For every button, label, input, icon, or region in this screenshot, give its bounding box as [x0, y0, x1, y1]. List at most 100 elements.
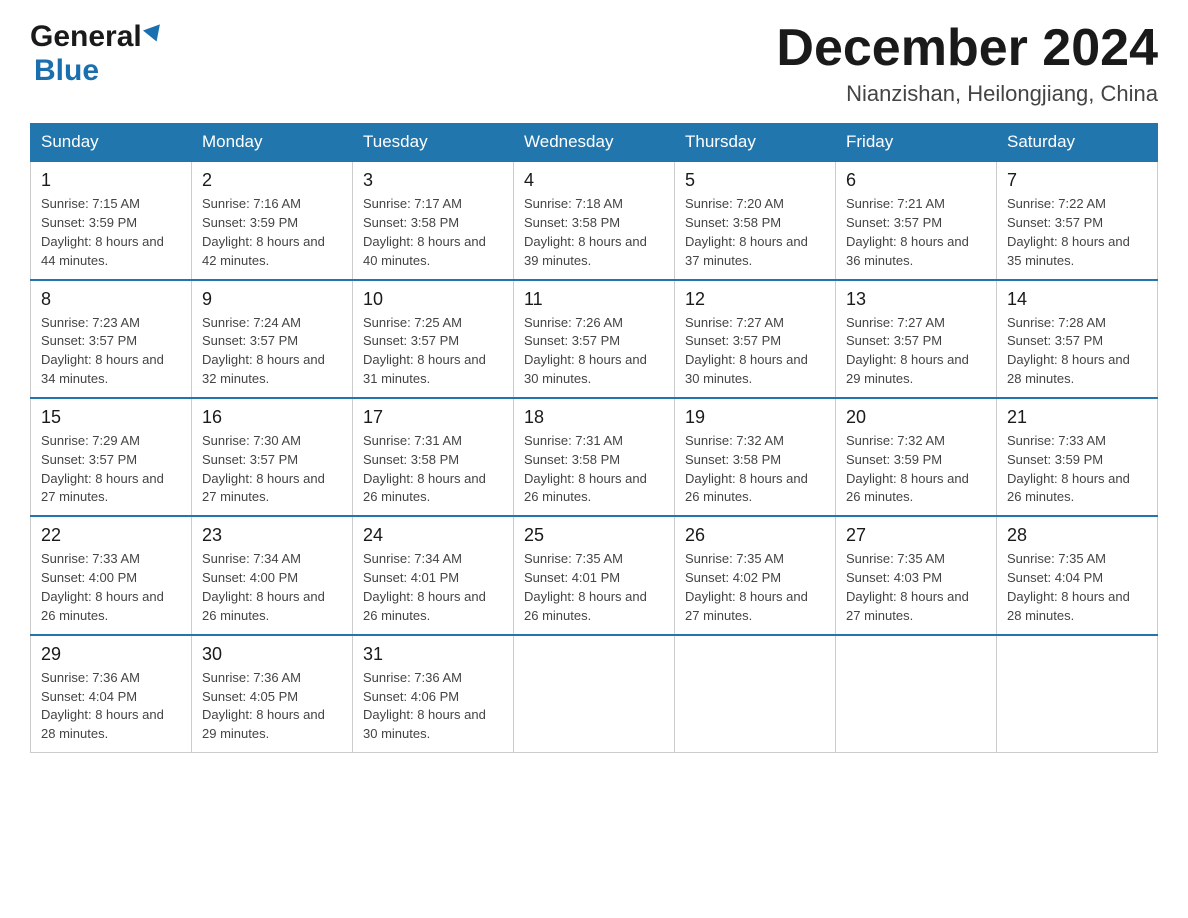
day-detail: Sunrise: 7:33 AMSunset: 3:59 PMDaylight:… [1007, 433, 1130, 505]
day-cell: 8 Sunrise: 7:23 AMSunset: 3:57 PMDayligh… [31, 280, 192, 398]
logo-triangle-icon [143, 24, 165, 44]
day-number: 19 [685, 407, 825, 428]
day-cell: 28 Sunrise: 7:35 AMSunset: 4:04 PMDaylig… [997, 516, 1158, 634]
day-number: 25 [524, 525, 664, 546]
col-wednesday: Wednesday [514, 124, 675, 162]
day-cell: 4 Sunrise: 7:18 AMSunset: 3:58 PMDayligh… [514, 161, 675, 279]
day-cell: 25 Sunrise: 7:35 AMSunset: 4:01 PMDaylig… [514, 516, 675, 634]
day-cell: 21 Sunrise: 7:33 AMSunset: 3:59 PMDaylig… [997, 398, 1158, 516]
week-row-1: 1 Sunrise: 7:15 AMSunset: 3:59 PMDayligh… [31, 161, 1158, 279]
day-number: 10 [363, 289, 503, 310]
day-cell: 13 Sunrise: 7:27 AMSunset: 3:57 PMDaylig… [836, 280, 997, 398]
day-number: 15 [41, 407, 181, 428]
day-cell: 19 Sunrise: 7:32 AMSunset: 3:58 PMDaylig… [675, 398, 836, 516]
day-cell: 3 Sunrise: 7:17 AMSunset: 3:58 PMDayligh… [353, 161, 514, 279]
day-number: 26 [685, 525, 825, 546]
day-number: 13 [846, 289, 986, 310]
day-detail: Sunrise: 7:21 AMSunset: 3:57 PMDaylight:… [846, 196, 969, 268]
day-cell [514, 635, 675, 753]
day-detail: Sunrise: 7:28 AMSunset: 3:57 PMDaylight:… [1007, 315, 1130, 387]
day-cell [836, 635, 997, 753]
day-cell: 20 Sunrise: 7:32 AMSunset: 3:59 PMDaylig… [836, 398, 997, 516]
day-number: 24 [363, 525, 503, 546]
col-tuesday: Tuesday [353, 124, 514, 162]
day-detail: Sunrise: 7:35 AMSunset: 4:01 PMDaylight:… [524, 551, 647, 623]
col-friday: Friday [836, 124, 997, 162]
day-detail: Sunrise: 7:33 AMSunset: 4:00 PMDaylight:… [41, 551, 164, 623]
col-thursday: Thursday [675, 124, 836, 162]
day-number: 8 [41, 289, 181, 310]
day-detail: Sunrise: 7:35 AMSunset: 4:04 PMDaylight:… [1007, 551, 1130, 623]
logo: General Blue [30, 20, 163, 88]
day-detail: Sunrise: 7:30 AMSunset: 3:57 PMDaylight:… [202, 433, 325, 505]
day-detail: Sunrise: 7:25 AMSunset: 3:57 PMDaylight:… [363, 315, 486, 387]
week-row-4: 22 Sunrise: 7:33 AMSunset: 4:00 PMDaylig… [31, 516, 1158, 634]
day-number: 14 [1007, 289, 1147, 310]
day-number: 3 [363, 170, 503, 191]
day-number: 18 [524, 407, 664, 428]
day-cell: 5 Sunrise: 7:20 AMSunset: 3:58 PMDayligh… [675, 161, 836, 279]
day-number: 16 [202, 407, 342, 428]
col-saturday: Saturday [997, 124, 1158, 162]
day-detail: Sunrise: 7:34 AMSunset: 4:01 PMDaylight:… [363, 551, 486, 623]
day-number: 22 [41, 525, 181, 546]
day-number: 20 [846, 407, 986, 428]
day-cell: 23 Sunrise: 7:34 AMSunset: 4:00 PMDaylig… [192, 516, 353, 634]
day-cell: 6 Sunrise: 7:21 AMSunset: 3:57 PMDayligh… [836, 161, 997, 279]
day-detail: Sunrise: 7:29 AMSunset: 3:57 PMDaylight:… [41, 433, 164, 505]
day-detail: Sunrise: 7:16 AMSunset: 3:59 PMDaylight:… [202, 196, 325, 268]
day-detail: Sunrise: 7:32 AMSunset: 3:58 PMDaylight:… [685, 433, 808, 505]
day-detail: Sunrise: 7:17 AMSunset: 3:58 PMDaylight:… [363, 196, 486, 268]
day-number: 23 [202, 525, 342, 546]
day-detail: Sunrise: 7:32 AMSunset: 3:59 PMDaylight:… [846, 433, 969, 505]
day-detail: Sunrise: 7:27 AMSunset: 3:57 PMDaylight:… [846, 315, 969, 387]
day-cell: 22 Sunrise: 7:33 AMSunset: 4:00 PMDaylig… [31, 516, 192, 634]
day-number: 28 [1007, 525, 1147, 546]
day-number: 6 [846, 170, 986, 191]
day-cell: 31 Sunrise: 7:36 AMSunset: 4:06 PMDaylig… [353, 635, 514, 753]
day-cell: 29 Sunrise: 7:36 AMSunset: 4:04 PMDaylig… [31, 635, 192, 753]
day-detail: Sunrise: 7:35 AMSunset: 4:03 PMDaylight:… [846, 551, 969, 623]
day-number: 29 [41, 644, 181, 665]
col-monday: Monday [192, 124, 353, 162]
day-number: 9 [202, 289, 342, 310]
day-number: 31 [363, 644, 503, 665]
day-number: 27 [846, 525, 986, 546]
day-number: 11 [524, 289, 664, 310]
title-section: December 2024 Nianzishan, Heilongjiang, … [776, 20, 1158, 107]
day-cell: 9 Sunrise: 7:24 AMSunset: 3:57 PMDayligh… [192, 280, 353, 398]
day-detail: Sunrise: 7:31 AMSunset: 3:58 PMDaylight:… [524, 433, 647, 505]
day-cell: 17 Sunrise: 7:31 AMSunset: 3:58 PMDaylig… [353, 398, 514, 516]
day-cell: 1 Sunrise: 7:15 AMSunset: 3:59 PMDayligh… [31, 161, 192, 279]
col-sunday: Sunday [31, 124, 192, 162]
day-detail: Sunrise: 7:26 AMSunset: 3:57 PMDaylight:… [524, 315, 647, 387]
day-detail: Sunrise: 7:35 AMSunset: 4:02 PMDaylight:… [685, 551, 808, 623]
day-cell: 26 Sunrise: 7:35 AMSunset: 4:02 PMDaylig… [675, 516, 836, 634]
day-number: 12 [685, 289, 825, 310]
day-number: 5 [685, 170, 825, 191]
day-cell: 15 Sunrise: 7:29 AMSunset: 3:57 PMDaylig… [31, 398, 192, 516]
week-row-3: 15 Sunrise: 7:29 AMSunset: 3:57 PMDaylig… [31, 398, 1158, 516]
day-number: 21 [1007, 407, 1147, 428]
logo-general-text: General [30, 20, 142, 54]
day-detail: Sunrise: 7:36 AMSunset: 4:04 PMDaylight:… [41, 670, 164, 742]
day-cell: 24 Sunrise: 7:34 AMSunset: 4:01 PMDaylig… [353, 516, 514, 634]
page-header: General Blue December 2024 Nianzishan, H… [30, 20, 1158, 107]
day-detail: Sunrise: 7:23 AMSunset: 3:57 PMDaylight:… [41, 315, 164, 387]
day-number: 2 [202, 170, 342, 191]
day-cell: 11 Sunrise: 7:26 AMSunset: 3:57 PMDaylig… [514, 280, 675, 398]
day-number: 1 [41, 170, 181, 191]
week-row-2: 8 Sunrise: 7:23 AMSunset: 3:57 PMDayligh… [31, 280, 1158, 398]
day-detail: Sunrise: 7:24 AMSunset: 3:57 PMDaylight:… [202, 315, 325, 387]
day-cell: 30 Sunrise: 7:36 AMSunset: 4:05 PMDaylig… [192, 635, 353, 753]
week-row-5: 29 Sunrise: 7:36 AMSunset: 4:04 PMDaylig… [31, 635, 1158, 753]
calendar-table: Sunday Monday Tuesday Wednesday Thursday… [30, 123, 1158, 753]
header-row: Sunday Monday Tuesday Wednesday Thursday… [31, 124, 1158, 162]
day-detail: Sunrise: 7:36 AMSunset: 4:06 PMDaylight:… [363, 670, 486, 742]
day-detail: Sunrise: 7:27 AMSunset: 3:57 PMDaylight:… [685, 315, 808, 387]
day-detail: Sunrise: 7:22 AMSunset: 3:57 PMDaylight:… [1007, 196, 1130, 268]
day-number: 30 [202, 644, 342, 665]
day-number: 7 [1007, 170, 1147, 191]
day-cell: 10 Sunrise: 7:25 AMSunset: 3:57 PMDaylig… [353, 280, 514, 398]
day-detail: Sunrise: 7:20 AMSunset: 3:58 PMDaylight:… [685, 196, 808, 268]
